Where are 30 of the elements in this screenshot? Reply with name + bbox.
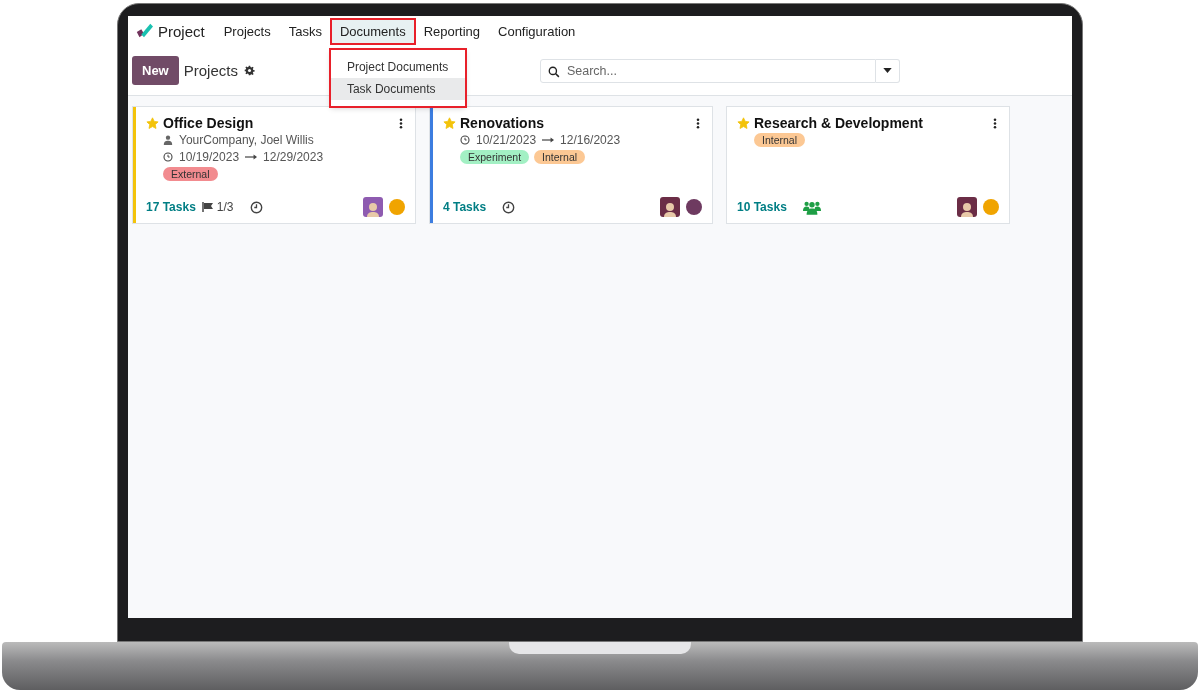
start-date: 10/19/2023 bbox=[179, 150, 240, 164]
dropdown-item[interactable]: Task Documents bbox=[330, 77, 465, 100]
customer-name: YourCompany, Joel Willis bbox=[179, 133, 314, 147]
tag: Internal bbox=[534, 150, 586, 164]
card-title[interactable]: Renovations bbox=[460, 115, 690, 131]
tag: Internal bbox=[754, 133, 806, 147]
start-date: 10/21/2023 bbox=[476, 133, 537, 147]
tasks-link[interactable]: 10 Tasks bbox=[737, 200, 787, 214]
menu-item[interactable]: Documents bbox=[331, 19, 414, 43]
card-title[interactable]: Office Design bbox=[163, 115, 393, 131]
page-title: Projects bbox=[183, 62, 238, 79]
tasks-link[interactable]: 17 Tasks bbox=[146, 200, 196, 214]
search-field[interactable]: Search... bbox=[539, 58, 876, 83]
new-button[interactable]: New bbox=[132, 56, 179, 85]
project-card[interactable]: Research & Development Internal 10 Tasks bbox=[726, 106, 1010, 224]
menu-item[interactable]: Configuration bbox=[490, 19, 584, 43]
end-date: 12/29/2023 bbox=[263, 150, 324, 164]
menu-item[interactable]: Reporting bbox=[415, 19, 488, 43]
card-title[interactable]: Research & Development bbox=[754, 115, 987, 131]
menu-item[interactable]: Tasks bbox=[280, 19, 330, 43]
project-card[interactable]: Office Design YourCompany, Joel Willis 10/19/2023 12/29/2023 External 17 Tasks 1/3 bbox=[132, 106, 416, 224]
menu-item[interactable]: Projects bbox=[215, 19, 279, 43]
end-date: 12/16/2023 bbox=[560, 133, 621, 147]
tag: Experiment bbox=[460, 150, 530, 164]
project-card[interactable]: Renovations 10/21/2023 12/16/2023 Experiment Internal 4 Tasks bbox=[429, 106, 713, 224]
app-name[interactable]: Project bbox=[158, 22, 205, 40]
tag: External bbox=[163, 167, 218, 181]
dropdown-item[interactable]: Project Documents bbox=[330, 55, 465, 78]
milestones-count: 1/3 bbox=[201, 200, 234, 214]
tasks-link[interactable]: 4 Tasks bbox=[443, 200, 487, 214]
